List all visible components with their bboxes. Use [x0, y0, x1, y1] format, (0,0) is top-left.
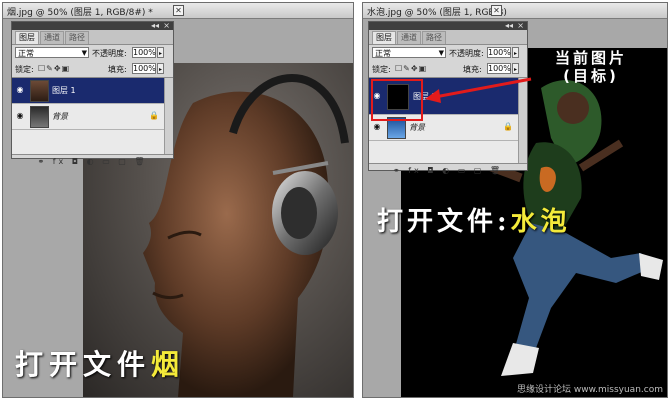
layers-panel[interactable]: ◂◂ × 图层 通道 路径 正常 ▼ 不透明度: 100% ▸ 锁定: ☐✎✥▣… [11, 21, 174, 166]
fill-arrow-icon[interactable]: ▸ [512, 63, 519, 74]
caption-highlight: 水泡 [510, 207, 571, 237]
chevron-down-icon: ▼ [438, 49, 444, 57]
lock-row: 锁定: ☐✎✥▣ 填充: 100% ▸ [12, 61, 173, 77]
document-window-right[interactable]: 水泡.jpg @ 50% (图层 1, RGB/8) ✕ 当前图片 (目标) 打… [362, 2, 668, 398]
layers-list: ◉ 图层 1 ◉ 背景 🔒 [12, 77, 173, 155]
lock-label: 锁定: [372, 65, 391, 74]
lock-options-icons[interactable]: ☐✎✥▣ [395, 64, 427, 73]
layer-thumbnail [30, 80, 49, 102]
layer-name: 背景 [409, 123, 425, 132]
opacity-arrow-icon[interactable]: ▸ [157, 47, 164, 58]
panel-header[interactable]: ◂◂ × [369, 21, 527, 30]
tab-channels[interactable]: 通道 [397, 31, 421, 44]
fill-input[interactable]: 100% [487, 63, 511, 74]
eye-icon[interactable]: ◉ [372, 122, 382, 132]
document-title: 烟.jpg @ 50% (图层 1, RGB/8#) * [7, 8, 153, 18]
panel-tabs: 图层 通道 路径 [12, 30, 173, 45]
blend-mode-select[interactable]: 正常 ▼ [372, 47, 446, 58]
layer-name: 背景 [52, 112, 68, 121]
caption-open-file-bubbles: 打开文件:水泡 [377, 201, 571, 238]
fill-input[interactable]: 100% [132, 63, 156, 74]
opacity-arrow-icon[interactable]: ▸ [512, 47, 519, 58]
lock-label: 锁定: [15, 65, 34, 74]
document-window-left[interactable]: 烟.jpg @ 50% (图层 1, RGB/8#) * ✕ 打开文件烟 ◂◂ … [2, 2, 354, 398]
panel-header[interactable]: ◂◂ × [12, 21, 173, 30]
fill-arrow-icon[interactable]: ▸ [157, 63, 164, 74]
layer-thumbnail [30, 106, 49, 128]
opacity-label: 不透明度: [449, 49, 484, 58]
tab-channels[interactable]: 通道 [40, 31, 64, 44]
opacity-input[interactable]: 100% [487, 47, 511, 58]
layers-empty-area [12, 130, 173, 154]
eye-icon[interactable]: ◉ [15, 85, 25, 95]
red-highlight-box [371, 79, 423, 121]
layer-row-background[interactable]: ◉ 背景 🔒 [12, 104, 173, 130]
blend-mode-select[interactable]: 正常 ▼ [15, 47, 89, 58]
lock-options-icons[interactable]: ☐✎✥▣ [38, 64, 70, 73]
title-bar[interactable]: 烟.jpg @ 50% (图层 1, RGB/8#) * ✕ [3, 3, 353, 19]
caption-open-file-smoke: 打开文件烟 [15, 343, 185, 383]
caption-text: 打开文件 [15, 348, 152, 381]
chevron-down-icon: ▼ [81, 49, 87, 57]
note-line: 当前图片 [555, 49, 628, 67]
panel-close-icon[interactable]: × [517, 21, 524, 30]
opacity-input[interactable]: 100% [132, 47, 156, 58]
panel-footer-tools-icon[interactable]: ⚭ fx ◘ ◐ ▭ ▢ 🗑 [369, 164, 527, 178]
layer-row-1[interactable]: ◉ 图层 1 [12, 78, 173, 104]
close-icon[interactable]: ✕ [173, 5, 184, 16]
panel-tabs: 图层 通道 路径 [369, 30, 527, 45]
fill-label: 填充: [463, 65, 482, 74]
collapse-icon[interactable]: ◂◂ [151, 21, 159, 30]
blend-row: 正常 ▼ 不透明度: 100% ▸ [12, 45, 173, 61]
tab-layers[interactable]: 图层 [372, 31, 396, 44]
blend-mode-value: 正常 [375, 49, 391, 58]
scrollbar[interactable] [164, 78, 173, 154]
note-line: (目标) [563, 67, 619, 85]
lock-icon: 🔒 [149, 111, 159, 120]
layers-empty-area [369, 141, 527, 163]
watermark: 思缘设计论坛 www.missyuan.com [517, 385, 663, 395]
eye-icon[interactable]: ◉ [15, 111, 25, 121]
lock-icon: 🔒 [503, 122, 513, 131]
panel-close-icon[interactable]: × [163, 21, 170, 30]
tab-paths[interactable]: 路径 [65, 31, 89, 44]
current-image-note: 当前图片 (目标) [555, 49, 627, 85]
blend-row: 正常 ▼ 不透明度: 100% ▸ [369, 45, 527, 61]
panel-footer-tools-icon[interactable]: ⚭ fx ◘ ◐ ▭ ▢ 🗑 [12, 155, 173, 169]
layer-name: 图层 1 [52, 86, 76, 95]
close-icon[interactable]: ✕ [491, 5, 502, 16]
tab-layers[interactable]: 图层 [15, 31, 39, 44]
blend-mode-value: 正常 [18, 49, 34, 58]
tab-paths[interactable]: 路径 [422, 31, 446, 44]
title-bar[interactable]: 水泡.jpg @ 50% (图层 1, RGB/8) ✕ [363, 3, 667, 19]
document-title: 水泡.jpg @ 50% (图层 1, RGB/8) [367, 8, 507, 18]
fill-label: 填充: [108, 65, 127, 74]
collapse-icon[interactable]: ◂◂ [505, 21, 513, 30]
opacity-label: 不透明度: [92, 49, 127, 58]
caption-highlight: 烟 [151, 348, 186, 381]
red-arrow-icon [425, 77, 532, 103]
caption-text: 打开文件: [377, 207, 511, 237]
